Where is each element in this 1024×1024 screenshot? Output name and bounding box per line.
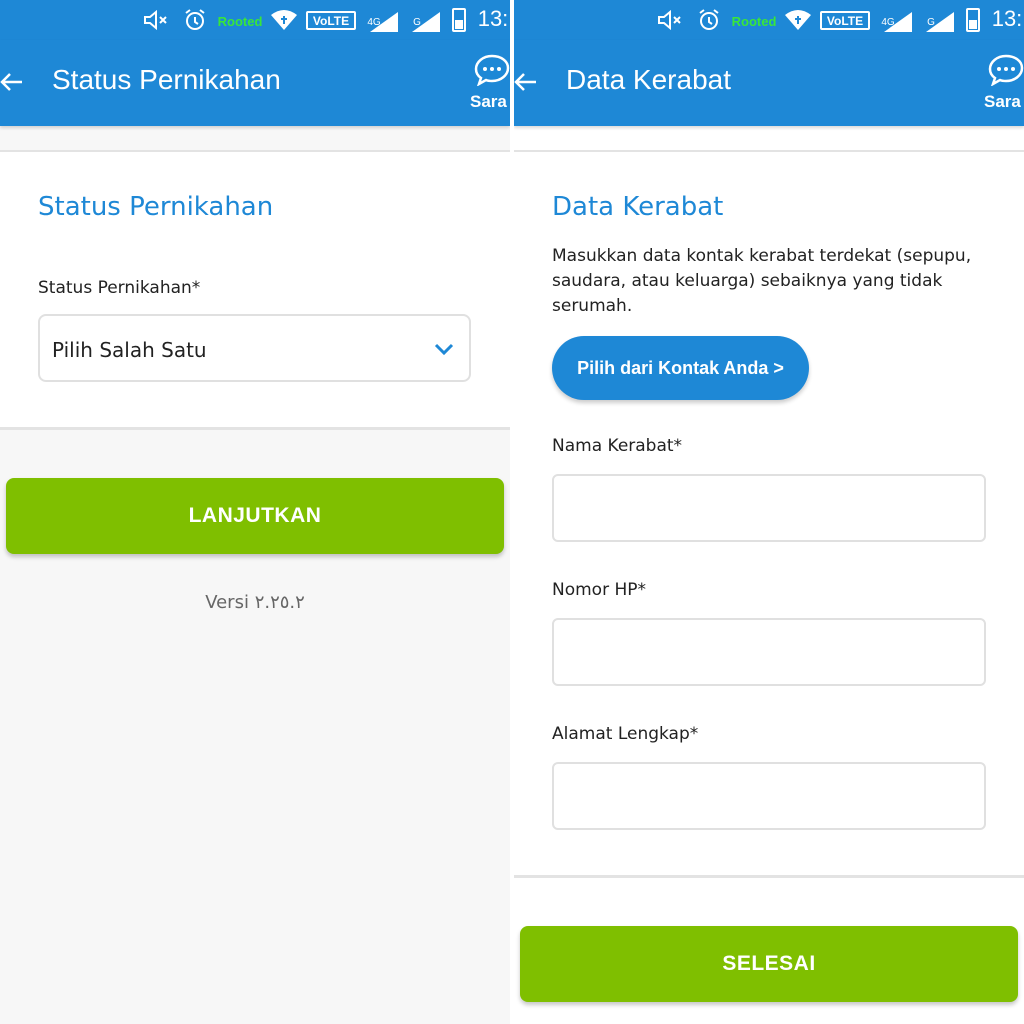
pick-contact-button[interactable]: Pilih dari Kontak Anda > — [552, 336, 809, 400]
field-label-alamat: Alamat Lengkap* — [552, 724, 699, 744]
alarm-icon — [182, 8, 208, 32]
screen-data-kerabat: Rooted VoLTE 4G G 13: Data Kerabat Sara … — [514, 0, 1024, 1024]
chat-bubble-icon[interactable] — [474, 54, 510, 87]
kerabat-description: Masukkan data kontak kerabat terdekat (s… — [552, 246, 972, 316]
section-title: Status Pernikahan — [38, 192, 274, 222]
section-title: Data Kerabat — [552, 192, 724, 222]
app-bar: Data Kerabat Sara — [514, 40, 1024, 126]
nomor-hp-input[interactable] — [552, 618, 986, 686]
field-label-nomor: Nomor HP* — [552, 580, 647, 600]
mute-icon — [656, 8, 684, 32]
signal-g-icon — [926, 12, 954, 32]
volte-badge: VoLTE — [306, 11, 356, 30]
signal-g-icon — [412, 12, 440, 32]
mute-icon — [142, 8, 170, 32]
status-bar: Rooted VoLTE 4G G 13: — [0, 0, 510, 40]
app-bar: Status Pernikahan Sara — [0, 40, 510, 126]
version-label: Versi ٢.٢٥.٢ — [205, 592, 305, 613]
field-label-nama: Nama Kerabat* — [552, 436, 683, 456]
clock-time: 13: — [991, 6, 1023, 31]
back-arrow-icon[interactable] — [514, 66, 542, 98]
select-value: Pilih Salah Satu — [52, 338, 207, 362]
wifi-icon — [270, 8, 298, 32]
alamat-lengkap-input[interactable] — [552, 762, 986, 830]
status-card: Status Pernikahan Status Pernikahan* Pil… — [0, 150, 510, 430]
selesai-button[interactable]: SELESAI — [520, 926, 1018, 1002]
chat-label[interactable]: Sara — [984, 92, 1021, 112]
app-bar-title: Data Kerabat — [566, 64, 731, 95]
app-bar-title: Status Pernikahan — [52, 64, 281, 95]
chat-bubble-icon[interactable] — [988, 54, 1024, 87]
signal-4g-icon — [370, 12, 398, 32]
wifi-icon — [784, 8, 812, 32]
rooted-label: Rooted — [217, 13, 263, 29]
kerabat-card: Data Kerabat Masukkan data kontak keraba… — [514, 150, 1024, 878]
screen-status-pernikahan: Rooted VoLTE 4G G 13: Status Pernikahan … — [0, 0, 510, 1024]
nama-kerabat-input[interactable] — [552, 474, 986, 542]
chat-label[interactable]: Sara — [470, 92, 507, 112]
clock-time: 13: — [477, 6, 509, 31]
field-label-status: Status Pernikahan* — [38, 278, 201, 298]
chevron-down-icon — [433, 338, 455, 360]
lanjutkan-button[interactable]: LANJUTKAN — [6, 478, 504, 554]
alarm-icon — [696, 8, 722, 32]
battery-icon — [452, 8, 466, 32]
signal-4g-icon — [884, 12, 912, 32]
volte-badge: VoLTE — [820, 11, 870, 30]
status-bar: Rooted VoLTE 4G G 13: — [514, 0, 1024, 40]
status-select[interactable]: Pilih Salah Satu — [38, 314, 471, 382]
rooted-label: Rooted — [731, 13, 777, 29]
battery-icon — [966, 8, 980, 32]
back-arrow-icon[interactable] — [0, 66, 28, 98]
